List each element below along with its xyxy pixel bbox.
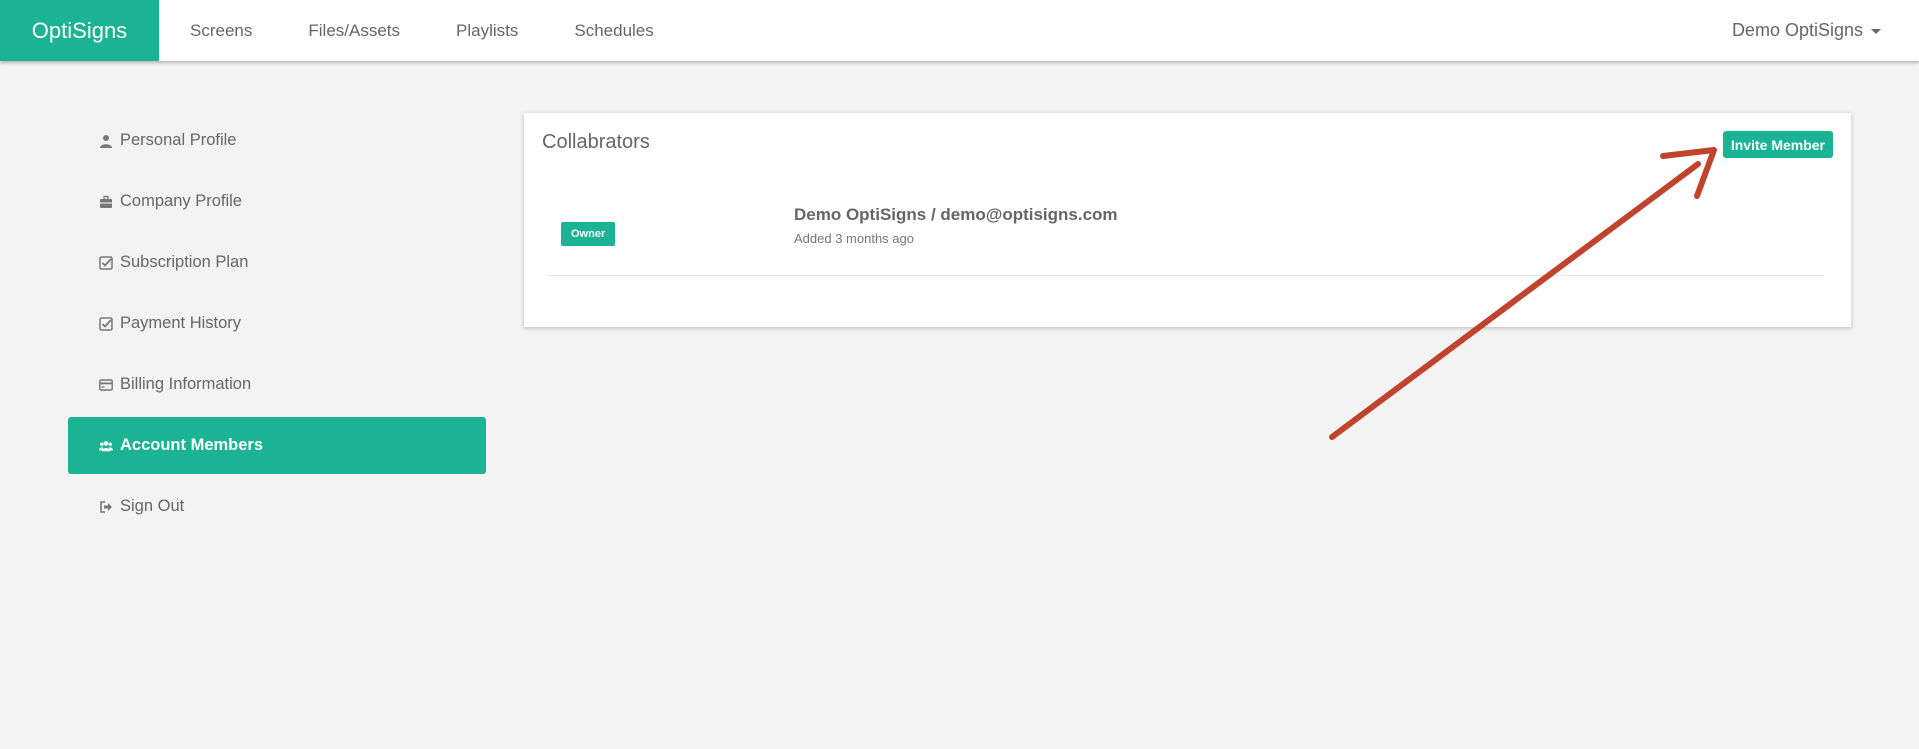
sidebar-item-label: Company Profile — [120, 192, 242, 210]
sidebar-item-billing-information[interactable]: Billing Information — [68, 356, 486, 413]
nav-playlists[interactable]: Playlists — [456, 21, 518, 41]
member-row: Owner Demo OptiSigns / demo@optisigns.co… — [548, 205, 1825, 276]
top-navbar: OptiSigns Screens Files/Assets Playlists… — [0, 0, 1919, 61]
nav-schedules[interactable]: Schedules — [574, 21, 653, 41]
nav-files-assets[interactable]: Files/Assets — [308, 21, 400, 41]
check-square-icon — [98, 255, 114, 271]
sidebar-item-label: Billing Information — [120, 375, 252, 393]
sidebar-item-account-members[interactable]: Account Members — [68, 417, 486, 474]
sidebar-item-label: Account Members — [120, 436, 264, 454]
users-icon — [98, 438, 114, 454]
collaborators-card: Collabrators Invite Member Owner Demo Op… — [524, 113, 1851, 327]
user-icon — [98, 133, 114, 149]
card-title: Collabrators — [542, 131, 650, 153]
member-added-time: Added 3 months ago — [794, 231, 914, 246]
invite-member-button[interactable]: Invite Member — [1722, 131, 1833, 158]
sidebar-item-sign-out[interactable]: Sign Out — [68, 478, 486, 535]
role-badge: Owner — [561, 222, 616, 246]
settings-sidebar: Personal Profile Company Profile Subscri… — [68, 112, 486, 539]
sidebar-item-personal-profile[interactable]: Personal Profile — [68, 112, 486, 169]
sidebar-item-payment-history[interactable]: Payment History — [68, 295, 486, 352]
sidebar-item-label: Subscription Plan — [120, 253, 249, 271]
sidebar-item-label: Personal Profile — [120, 131, 237, 149]
brand-logo[interactable]: OptiSigns — [0, 0, 159, 61]
user-menu-label: Demo OptiSigns — [1731, 20, 1863, 40]
sign-out-icon — [98, 499, 114, 515]
user-menu-dropdown[interactable]: Demo OptiSigns — [1732, 20, 1881, 41]
sidebar-item-label: Sign Out — [120, 497, 185, 515]
caret-down-icon — [1871, 29, 1881, 34]
sidebar-item-subscription-plan[interactable]: Subscription Plan — [68, 234, 486, 291]
briefcase-icon — [98, 194, 114, 210]
check-square-icon — [98, 316, 114, 332]
main-nav: Screens Files/Assets Playlists Schedules — [190, 21, 710, 41]
nav-screens[interactable]: Screens — [190, 21, 252, 41]
member-name: Demo OptiSigns / demo@optisigns.com — [794, 205, 1118, 224]
sidebar-item-company-profile[interactable]: Company Profile — [68, 173, 486, 230]
credit-card-icon — [98, 377, 114, 393]
sidebar-item-label: Payment History — [120, 314, 242, 332]
